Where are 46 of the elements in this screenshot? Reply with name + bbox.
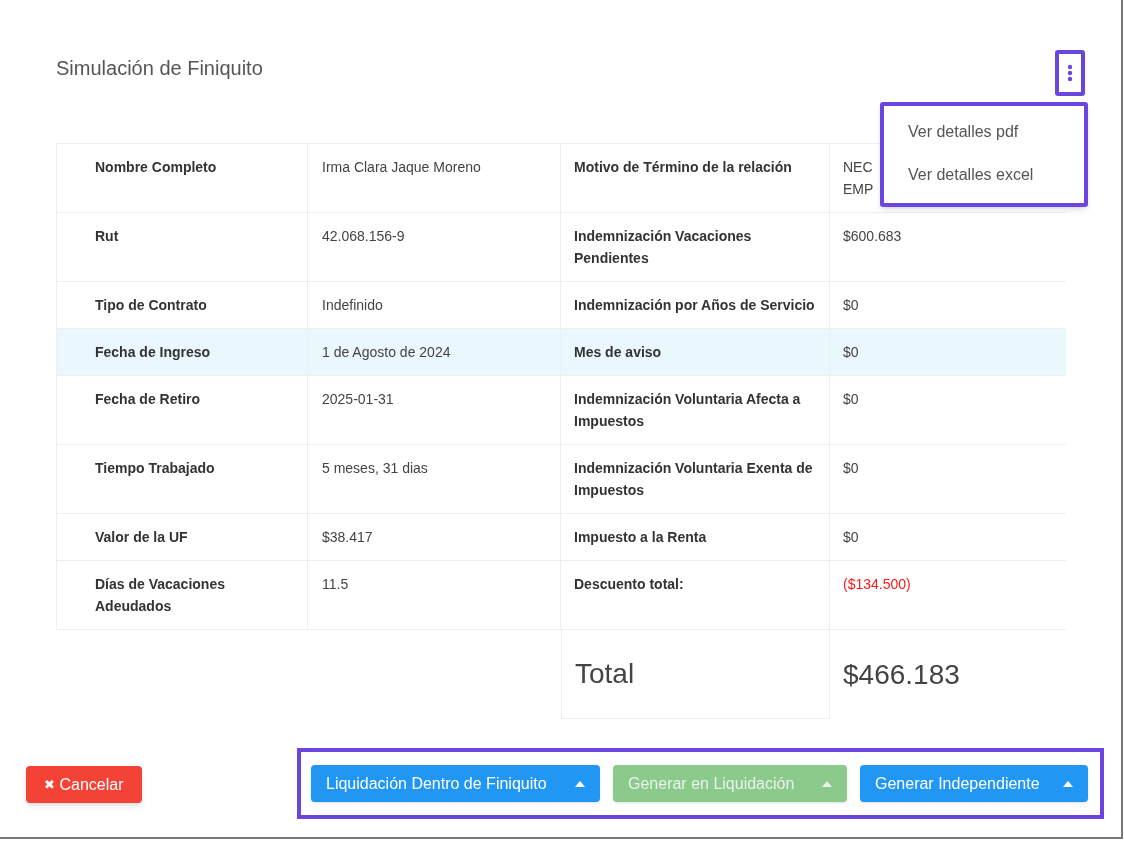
action-button[interactable]: Generar Independiente — [860, 765, 1088, 802]
field-value: 1 de Agosto de 2024 — [322, 344, 451, 360]
field-label: Indemnización Voluntaria Afecta a Impuestos — [574, 391, 801, 429]
field-label: Motivo de Término de la relación — [574, 159, 792, 175]
field-label: Descuento total: — [574, 576, 684, 592]
field-value: ($134.500) — [843, 575, 911, 594]
cancel-button[interactable]: ✖ Cancelar — [26, 766, 142, 803]
field-value: $38.417 — [322, 529, 373, 545]
field-label: Fecha de Ingreso — [95, 344, 211, 360]
close-icon: ✖ — [44, 774, 56, 795]
field-label: Fecha de Retiro — [95, 391, 201, 407]
field-label: Indemnización por Años de Servicio — [574, 297, 815, 313]
field-label: Rut — [95, 228, 119, 244]
field-value: Indefinido — [322, 297, 383, 313]
menu-item[interactable]: Ver detalles pdf — [884, 110, 1084, 153]
field-value: $0 — [843, 343, 859, 362]
field-value: $0 — [843, 459, 859, 478]
field-label: Tiempo Trabajado — [95, 460, 215, 476]
caret-up-icon — [822, 780, 832, 787]
field-value: EMP — [843, 180, 874, 199]
total-label: Total — [575, 657, 635, 691]
field-value: 11.5 — [322, 576, 349, 592]
field-label: Días de Vacaciones Adeudados — [95, 576, 225, 614]
field-value: $600.683 — [843, 227, 902, 246]
field-label: Tipo de Contrato — [95, 297, 207, 313]
more-vertical-icon — [1067, 64, 1073, 82]
caret-up-icon — [1063, 780, 1073, 787]
field-label: Nombre Completo — [95, 159, 217, 175]
field-label: Indemnización Vacaciones Pendientes — [574, 228, 752, 266]
field-label: Mes de aviso — [574, 344, 662, 360]
field-value: 2025-01-31 — [322, 391, 394, 407]
menu-item[interactable]: Ver detalles excel — [884, 153, 1084, 196]
field-label: Indemnización Voluntaria Exenta de Impuestos — [574, 460, 813, 498]
caret-up-icon — [575, 780, 585, 787]
field-value: $0 — [843, 390, 859, 409]
field-value: 42.068.156-9 — [322, 228, 405, 244]
field-value: NEC — [843, 158, 873, 177]
action-button[interactable]: Liquidación Dentro de Finiquito — [311, 765, 600, 802]
field-value: $0 — [843, 528, 859, 547]
total-amount: $466.183 — [843, 657, 960, 692]
field-label: Impuesto a la Renta — [574, 529, 707, 545]
field-value: $0 — [843, 296, 859, 315]
modal-title: Simulación de Finiquito — [56, 56, 263, 81]
field-label: Valor de la UF — [95, 529, 188, 545]
field-value: Irma Clara Jaque Moreno — [322, 159, 481, 175]
field-value: 5 meses, 31 dias — [322, 460, 428, 476]
